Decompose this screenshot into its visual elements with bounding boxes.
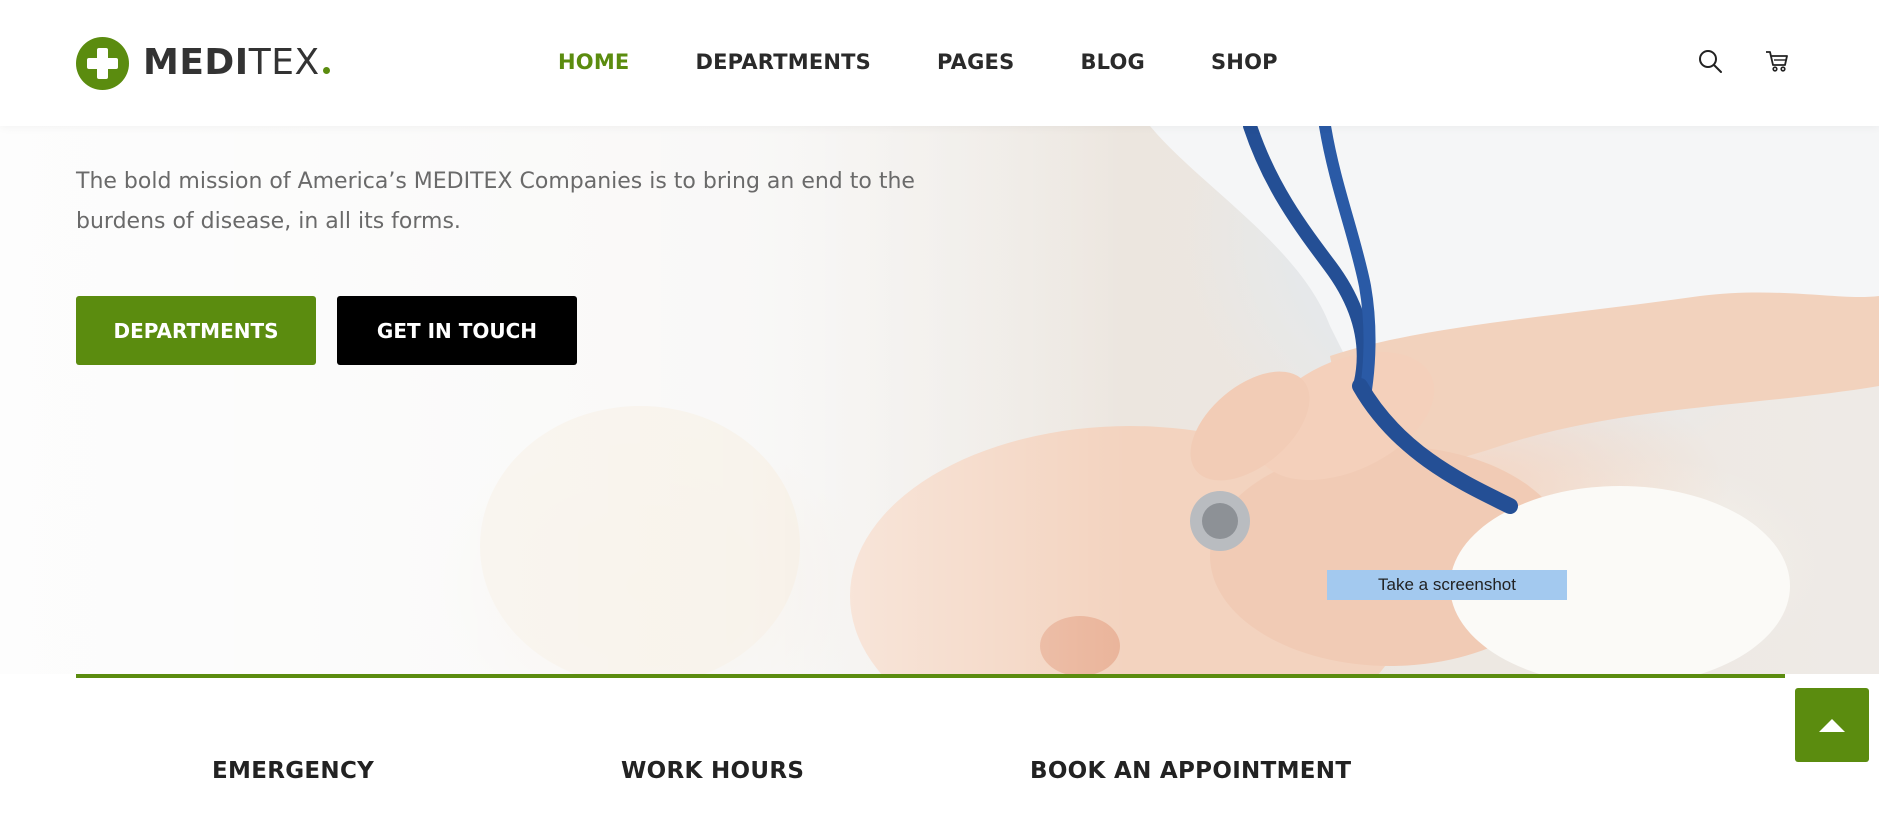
info-card: EMERGENCY WORK HOURS BOOK AN APPOINTMENT — [76, 674, 1785, 821]
book-appointment-heading: BOOK AN APPOINTMENT — [1030, 758, 1352, 784]
site-header: MEDITEX HOME DEPARTMENTS PAGES BLOG SHOP — [0, 0, 1879, 126]
brand-logo[interactable]: MEDITEX — [76, 36, 330, 90]
main-nav: HOME DEPARTMENTS PAGES BLOG SHOP — [558, 50, 1344, 74]
screenshot-tooltip: Take a screenshot — [1327, 570, 1567, 600]
nav-item-blog[interactable]: BLOG — [1080, 50, 1145, 74]
get-in-touch-button[interactable]: GET IN TOUCH — [337, 296, 577, 365]
nav-item-departments[interactable]: DEPARTMENTS — [695, 50, 871, 74]
brand-dot — [322, 67, 330, 74]
arrow-up-icon — [1819, 718, 1845, 732]
hero-mission-text: The bold mission of America’s MEDITEX Co… — [76, 169, 915, 234]
search-icon[interactable] — [1697, 48, 1723, 74]
brand-name: MEDITEX — [143, 45, 330, 81]
page: MEDITEX HOME DEPARTMENTS PAGES BLOG SHOP — [0, 0, 1879, 821]
scroll-to-top-button[interactable] — [1795, 688, 1869, 762]
medical-cross-icon — [76, 36, 129, 90]
work-hours-heading: WORK HOURS — [621, 758, 805, 784]
departments-button[interactable]: DEPARTMENTS — [76, 296, 316, 365]
nav-item-shop[interactable]: SHOP — [1211, 50, 1278, 74]
brand-name-light: TEX — [248, 42, 320, 83]
brand-name-bold: MEDI — [143, 42, 249, 83]
emergency-heading: EMERGENCY — [212, 758, 375, 784]
nav-item-pages[interactable]: PAGES — [937, 50, 1014, 74]
hero-banner: The bold mission of America’s MEDITEX Co… — [0, 126, 1879, 674]
nav-item-home[interactable]: HOME — [558, 50, 629, 74]
cart-icon[interactable] — [1764, 48, 1790, 74]
